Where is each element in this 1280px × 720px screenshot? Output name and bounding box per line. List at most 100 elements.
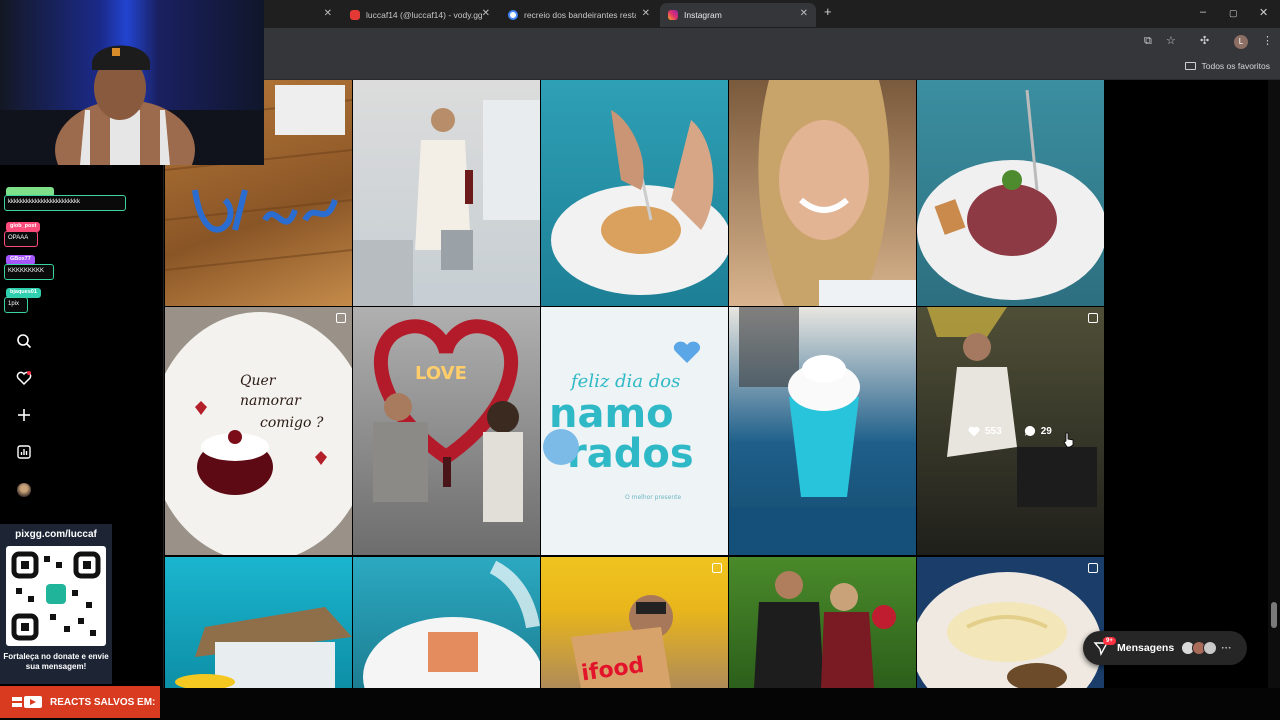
message-avatars [1181,641,1218,655]
messages-badge: 9+ [1103,637,1116,645]
screen: ✕ luccaf14 (@luccaf14) - vody.gg ✕ recre… [0,0,1280,720]
notifications-icon[interactable] [14,368,34,388]
webcam-overlay [0,0,264,165]
svg-text:O melhor presente: O melhor presente [625,494,681,501]
post-text: feliz dia dos [569,371,680,392]
post-tile[interactable] [729,80,916,306]
search-icon[interactable] [14,331,34,351]
chat-message: KKKKKKKKK [4,264,54,280]
likes-stat: 553 [968,426,1002,437]
new-tab-button[interactable]: + [824,4,832,19]
carousel-icon [336,313,346,323]
streamer-video [0,45,264,165]
comments-count: 29 [1040,425,1052,437]
pix-donate-panel: pixgg.com/luccaf Fortaleça no donate e e… [0,524,112,684]
post-image [729,307,916,555]
page-scrollbar[interactable] [1268,80,1280,688]
post-tile[interactable] [353,557,540,688]
posts-grid: Quer namorar comigo ? LOVE feliz dia dos… [165,80,1104,688]
post-tile[interactable]: LOVE [353,307,540,555]
reacts-banner: REACTS SALVOS EM: [0,686,160,718]
close-tab-icon[interactable]: ✕ [642,8,650,19]
comments-stat: 29 [1024,425,1052,437]
scrollbar-thumb[interactable] [1271,602,1277,628]
tab-label: recreio dos bandeirantes restau [524,10,636,20]
avatar [1203,641,1218,655]
post-tile[interactable] [729,307,916,555]
extensions-icon[interactable]: ✣ [1200,34,1209,47]
post-image: ifood [571,595,673,688]
chat-message: OPAAA [4,231,38,247]
pix-message: Fortaleça no donate e envie sua mensagem… [3,652,109,671]
carousel-icon [1088,563,1098,573]
browser-menu-icon[interactable]: ⋮ [1262,34,1273,47]
reacts-logo-icon [12,696,42,708]
post-tile[interactable] [165,557,352,688]
reacts-label: REACTS SALVOS EM: [50,696,156,708]
post-tile[interactable] [541,80,728,306]
svg-text:namorar: namorar [240,393,302,409]
close-tab-icon[interactable]: ✕ [800,8,808,19]
tab-label: luccaf14 (@luccaf14) - vody.gg [366,10,483,20]
likes-count: 553 [985,425,1002,437]
profile-avatar[interactable] [14,480,34,500]
more-icon: ··· [1221,642,1232,654]
google-icon [508,10,518,20]
instagram-icon [668,10,678,20]
folder-icon [1185,62,1197,70]
chat-message: 1pix [4,297,28,313]
post-image [353,100,540,306]
tab-google[interactable]: recreio dos bandeirantes restau ✕ [500,3,658,27]
tab-label: Instagram [684,10,722,20]
create-icon[interactable] [14,405,34,425]
comment-icon [1024,425,1035,436]
profile-avatar-button[interactable]: L [1234,35,1248,49]
post-tile[interactable] [917,557,1104,688]
install-app-icon[interactable]: ⧉ [1144,35,1152,48]
close-tab-icon[interactable]: ✕ [324,8,332,19]
carousel-icon [1088,313,1098,323]
minimize-button[interactable]: – [1200,6,1206,18]
qr-code-icon [6,546,106,646]
close-window-button[interactable]: ✕ [1259,6,1268,19]
post-hover-stats: 553 29 [968,425,1052,437]
post-image: feliz dia dos namo rados O melhor presen… [543,341,701,501]
post-image [758,80,916,306]
post-text: Quer [240,373,277,389]
close-tab-icon[interactable]: ✕ [482,8,490,19]
post-tile[interactable] [353,80,540,306]
post-image [363,560,540,688]
post-image [917,89,1104,300]
dashboard-icon[interactable] [14,442,34,462]
tab-vody[interactable]: luccaf14 (@luccaf14) - vody.gg ✕ [342,3,498,27]
tab-instagram[interactable]: Instagram ✕ [660,3,816,27]
svg-text:rados: rados [567,431,694,477]
maximize-button[interactable]: ▢ [1229,8,1238,19]
carousel-icon [712,563,722,573]
messages-label: Mensagens [1117,642,1175,654]
post-tile[interactable]: feliz dia dos namo rados O melhor presen… [541,307,728,555]
post-image [754,571,896,688]
bookmarks-folder-label: Todos os favoritos [1201,61,1270,71]
stream-bottom-bar [0,688,1280,720]
post-image: LOVE [373,319,523,522]
post-tile[interactable] [917,80,1104,306]
post-tile[interactable]: ifood [541,557,728,688]
hand-cursor-icon [1063,432,1074,448]
post-image [175,607,352,688]
post-image [551,110,728,295]
pix-url: pixgg.com/luccaf [15,529,97,540]
svg-text:comigo ?: comigo ? [260,415,324,431]
svg-text:LOVE: LOVE [415,363,467,384]
all-bookmarks-button[interactable]: Todos os favoritos [1185,61,1270,71]
post-image [917,572,1102,688]
post-image: Quer namorar comigo ? [165,312,352,555]
chat-message: kkkkkkkkkkkkkkkkkkkkkkkk [4,195,126,211]
tab-hidden[interactable]: ✕ [264,3,340,27]
post-tile[interactable] [729,557,916,688]
bookmark-star-icon[interactable]: ☆ [1166,34,1176,47]
messages-button[interactable]: 9+ Mensagens ··· [1083,631,1247,665]
post-tile[interactable]: Quer namorar comigo ? [165,307,352,555]
heart-icon [968,426,980,436]
vody-icon [350,10,360,20]
